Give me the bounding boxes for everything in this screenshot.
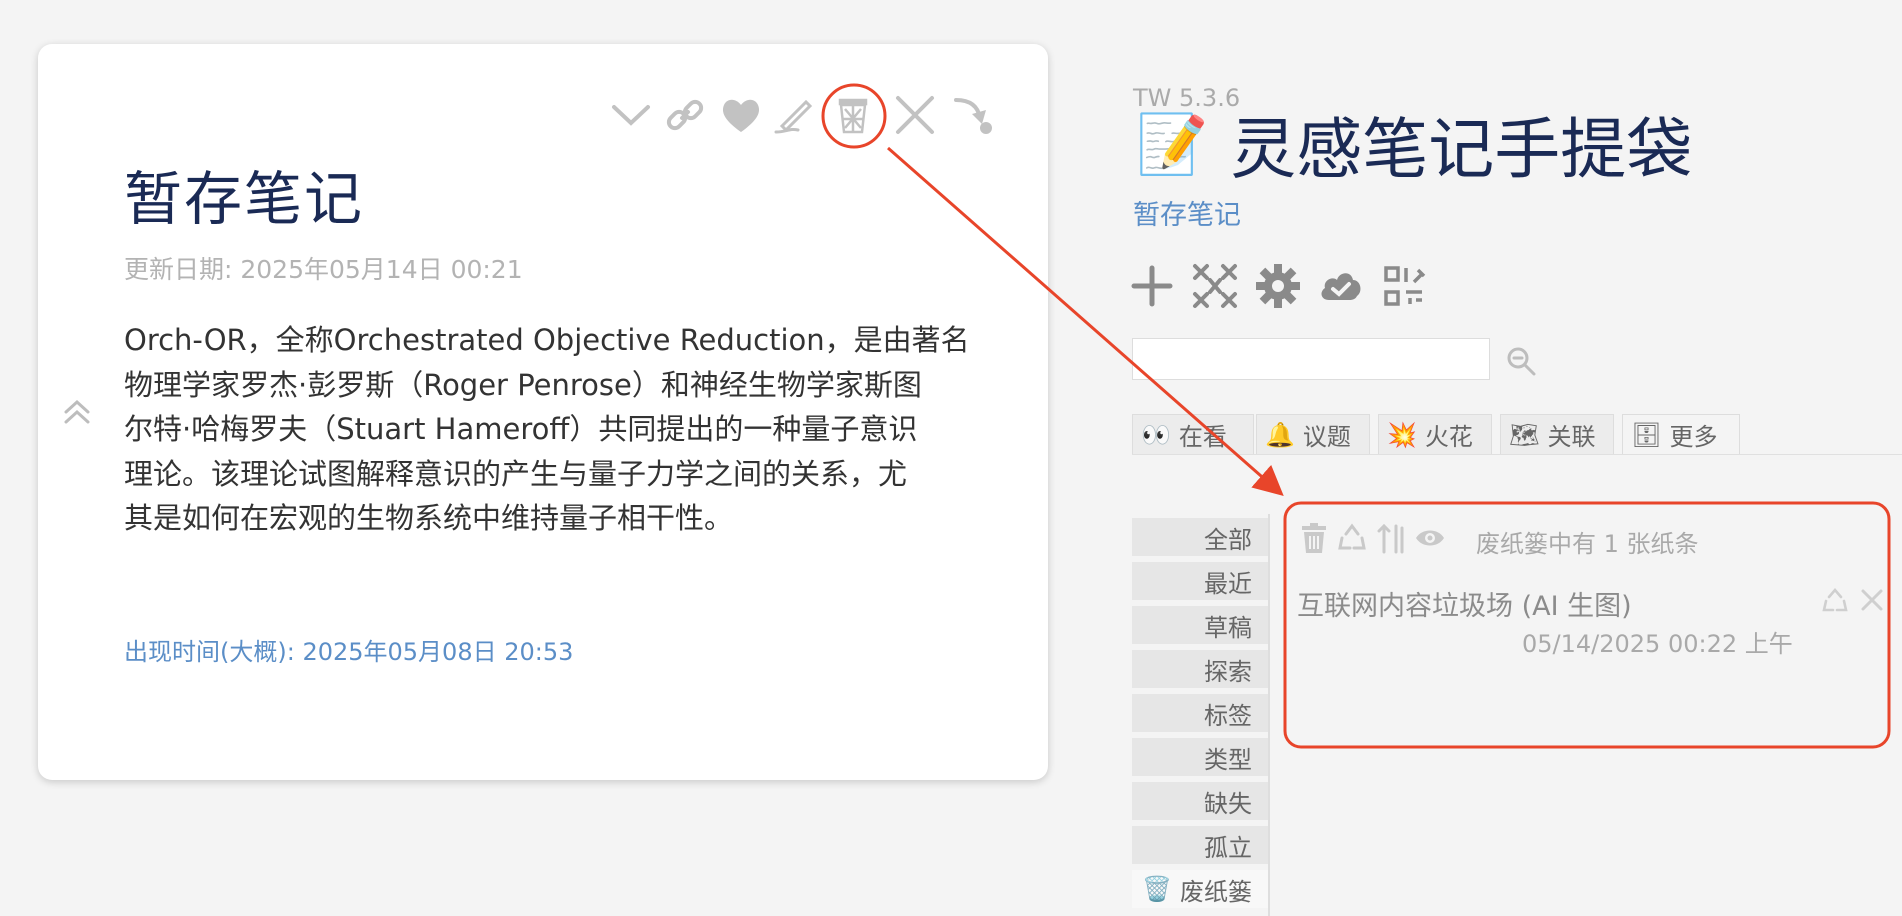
body-line: 其是如何在宏观的生物系统中维持量子相干性。 <box>124 501 734 535</box>
more-tab-types[interactable]: 类型 <box>1132 738 1268 776</box>
body-line: 尔特·哈梅罗夫（Stuart Hameroff）共同提出的一种量子意识 <box>124 412 918 446</box>
search-icon[interactable] <box>1504 344 1538 378</box>
gear-icon[interactable] <box>1254 262 1302 310</box>
fold-up-icon[interactable] <box>62 396 92 426</box>
bell-icon: 🔔 <box>1265 420 1295 449</box>
file-cabinet-icon: 🗄 <box>1631 420 1662 449</box>
map-icon: 🗺 <box>1509 420 1540 449</box>
tiddler-title: 暂存笔记 <box>124 165 365 233</box>
recycle-bin-count: 废纸篓中有 1 张纸条 <box>1476 530 1699 558</box>
close-icon[interactable] <box>892 92 938 138</box>
restore-icon[interactable] <box>1820 586 1850 616</box>
search-input[interactable] <box>1132 338 1490 380</box>
tab-label: 在看 <box>1178 423 1227 451</box>
more-tab-tags[interactable]: 标签 <box>1132 694 1268 732</box>
more-tab-label: 废纸篓 <box>1180 877 1252 906</box>
tab-label: 火花 <box>1424 423 1473 451</box>
memo-icon: 📝 <box>1136 109 1209 178</box>
more-tab-all[interactable]: 全部 <box>1132 518 1268 556</box>
tiddler-appeared-time[interactable]: 出现时间(大概): 2025年05月08日 20:53 <box>124 632 573 667</box>
sort-icon[interactable] <box>1376 522 1408 554</box>
tab-sparks[interactable]: 💥 火花 <box>1378 414 1492 454</box>
restore-all-icon[interactable] <box>1336 522 1368 554</box>
collision-icon: 💥 <box>1387 420 1417 449</box>
tab-links[interactable]: 🗺 关联 <box>1500 414 1614 454</box>
tab-label: 议题 <box>1302 423 1351 451</box>
tab-topics[interactable]: 🔔 议题 <box>1256 414 1370 454</box>
heart-icon[interactable] <box>718 92 764 138</box>
delete-forever-icon[interactable] <box>1858 586 1886 614</box>
body-line: 物理学家罗杰·彭罗斯（Roger Penrose）和神经生物学家斯图 <box>124 367 922 402</box>
tab-label: 更多 <box>1669 423 1718 451</box>
link-icon[interactable] <box>662 92 708 138</box>
body-line: 理论。该理论试图解释意识的产生与量子力学之间的关系，尤 <box>124 456 908 491</box>
eye-icon[interactable] <box>1414 522 1446 554</box>
more-tab-recycle-bin[interactable]: 🗑️ 废纸篓 <box>1132 870 1268 908</box>
wastebasket-icon: 🗑️ <box>1142 875 1172 903</box>
tab-watching[interactable]: 👀 在看 <box>1132 414 1254 454</box>
cloud-icon[interactable] <box>1317 262 1365 310</box>
more-tab-drafts[interactable]: 草稿 <box>1132 606 1268 644</box>
more-tab-recent[interactable]: 最近 <box>1132 562 1268 600</box>
eyes-icon: 👀 <box>1141 420 1171 449</box>
tab-label: 关联 <box>1547 423 1596 451</box>
tabs-divider <box>1132 454 1902 455</box>
tab-more[interactable]: 🗄 更多 <box>1622 414 1740 454</box>
tiddler-body: Orch-OR，全称Orchestrated Objective Reducti… <box>124 318 970 541</box>
trash-can-icon[interactable] <box>830 92 876 138</box>
recycled-item-title[interactable]: 互联网内容垃圾场 (AI 生图) <box>1297 584 1632 623</box>
qr-code-icon[interactable] <box>1380 262 1428 310</box>
site-title-text: 灵感笔记手提袋 <box>1230 111 1693 188</box>
more-tab-orphans[interactable]: 孤立 <box>1132 826 1268 864</box>
body-line: Orch-OR，全称Orchestrated Objective Reducti… <box>124 323 970 357</box>
site-title: 📝 灵感笔记手提袋 <box>1136 104 1692 189</box>
vertical-tabs-divider <box>1268 514 1270 916</box>
more-tab-explore[interactable]: 探索 <box>1132 650 1268 688</box>
tiddler-modified-date: 更新日期: 2025年05月14日 00:21 <box>124 255 523 284</box>
close-all-icon[interactable] <box>1191 262 1239 310</box>
more-tab-missing[interactable]: 缺失 <box>1132 782 1268 820</box>
sink-icon[interactable] <box>950 92 996 138</box>
chevron-down-icon[interactable] <box>608 92 654 138</box>
recycled-item-date: 05/14/2025 00:22 上午 <box>1522 630 1793 658</box>
site-subtitle[interactable]: 暂存笔记 <box>1133 193 1241 232</box>
empty-trash-icon[interactable] <box>1298 522 1330 554</box>
edit-icon[interactable] <box>772 92 818 138</box>
plus-icon[interactable] <box>1128 262 1176 310</box>
